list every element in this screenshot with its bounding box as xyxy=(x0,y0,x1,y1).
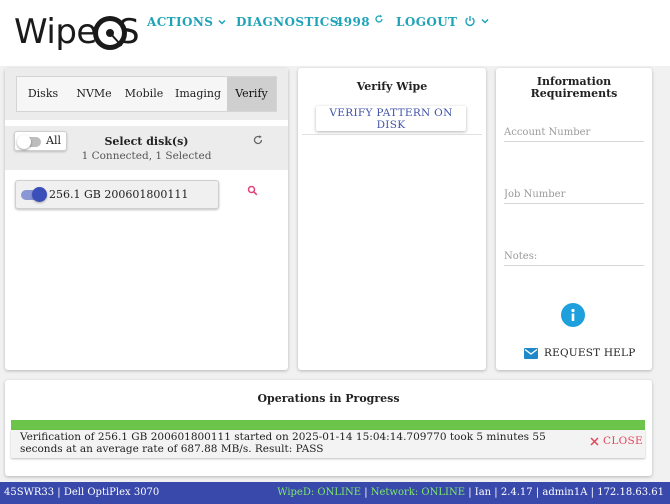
verify-pattern-button[interactable]: VERIFY PATTERN ON DISK xyxy=(316,106,466,131)
device-model: Dell OptiPlex 3070 xyxy=(63,487,160,498)
operations-panel: Operations in Progress Verification of 2… xyxy=(5,380,652,476)
logout-label: LOGOUT xyxy=(396,15,458,29)
actions-menu[interactable]: ACTIONS xyxy=(147,15,227,29)
operation-message: Verification of 256.1 GB 200601800111 st… xyxy=(20,431,546,455)
refresh-icon[interactable] xyxy=(252,134,264,146)
app-header: Wipe S ACTIONS DIAGNOSTICS 4998 LOGOUT xyxy=(0,0,670,66)
disk-type-tabs: Disks NVMe Mobile Imaging Verify xyxy=(16,76,277,112)
switch-knob xyxy=(32,187,47,202)
account-number-field[interactable] xyxy=(504,124,644,142)
tab-mobile[interactable]: Mobile xyxy=(119,77,169,111)
power-menu[interactable] xyxy=(464,15,490,27)
network-status: ONLINE xyxy=(421,487,466,498)
operation-progress-bar xyxy=(11,420,645,430)
request-help-button[interactable]: REQUEST HELP xyxy=(524,347,636,359)
ip-address: 172.18.63.61 xyxy=(597,487,664,498)
count-label: 4998 xyxy=(335,15,370,29)
logo-text: Wipe xyxy=(14,12,97,52)
select-disks-title: Select disk(s) xyxy=(104,135,189,148)
close-icon xyxy=(590,436,599,446)
status-bar: 45SWR33 | Dell OptiPlex 3070 WipeD: ONLI… xyxy=(0,482,670,504)
app-version: 2.4.17 xyxy=(500,487,533,498)
refresh-icon xyxy=(375,14,383,23)
tab-imaging[interactable]: Imaging xyxy=(169,77,227,111)
operation-item: Verification of 256.1 GB 200601800111 st… xyxy=(11,430,645,458)
network-label: Network: xyxy=(370,487,419,498)
notes-field[interactable] xyxy=(504,248,644,266)
close-label: CLOSE xyxy=(603,435,643,447)
tab-verify[interactable]: Verify xyxy=(227,77,276,111)
tab-disks[interactable]: Disks xyxy=(17,77,69,111)
logout-link[interactable]: LOGOUT xyxy=(396,15,457,29)
operations-title: Operations in Progress xyxy=(257,392,400,405)
diagnostics-label: DIAGNOSTICS xyxy=(236,15,339,29)
search-icon[interactable] xyxy=(247,185,258,196)
disk-label: 256.1 GB 200601800111 xyxy=(49,188,189,201)
power-icon xyxy=(465,16,475,27)
job-number-field[interactable] xyxy=(504,186,644,204)
divider xyxy=(302,134,482,135)
account-id: admin1A xyxy=(542,487,588,498)
disk-selection-panel: Disks NVMe Mobile Imaging Verify All Sel… xyxy=(5,68,288,370)
disk-select-header: All Select disk(s) 1 Connected, 1 Select… xyxy=(5,126,288,170)
connection-info: WipeD: ONLINE | Network: ONLINE | Ian | … xyxy=(277,487,664,498)
mail-icon xyxy=(524,347,538,359)
info-glyph xyxy=(571,308,575,321)
chevron-down-icon xyxy=(481,18,489,24)
wiped-label: WipeD: xyxy=(277,487,315,498)
verify-wipe-panel: Verify Wipe VERIFY PATTERN ON DISK xyxy=(298,68,486,370)
disk-select-switch[interactable] xyxy=(21,187,47,202)
chevron-down-icon xyxy=(218,19,226,25)
request-help-label: REQUEST HELP xyxy=(544,347,636,359)
verify-wipe-title: Verify Wipe xyxy=(356,80,428,93)
info-requirements-title: Information Requirements xyxy=(496,76,652,100)
user-name: Ian xyxy=(474,487,492,498)
info-icon[interactable] xyxy=(561,303,585,327)
disk-item[interactable]: 256.1 GB 200601800111 xyxy=(15,180,219,209)
wipeos-logo: Wipe S xyxy=(14,10,140,56)
disk-count-status: 1 Connected, 1 Selected xyxy=(81,150,212,162)
close-operation-button[interactable]: CLOSE xyxy=(590,435,643,447)
wiped-status: ONLINE xyxy=(317,487,362,498)
tab-nvme[interactable]: NVMe xyxy=(69,77,119,111)
logo-suffix: S xyxy=(118,12,140,52)
actions-label: ACTIONS xyxy=(147,15,214,29)
asset-tag: 45SWR33 xyxy=(4,487,55,498)
info-title-line2: Requirements xyxy=(530,87,618,100)
information-requirements-panel: Information Requirements REQUEST HELP xyxy=(496,68,652,370)
diagnostics-link[interactable]: DIAGNOSTICS xyxy=(236,15,339,29)
count-refresh-link[interactable]: 4998 xyxy=(335,14,384,29)
device-info: 45SWR33 | Dell OptiPlex 3070 xyxy=(4,487,160,498)
